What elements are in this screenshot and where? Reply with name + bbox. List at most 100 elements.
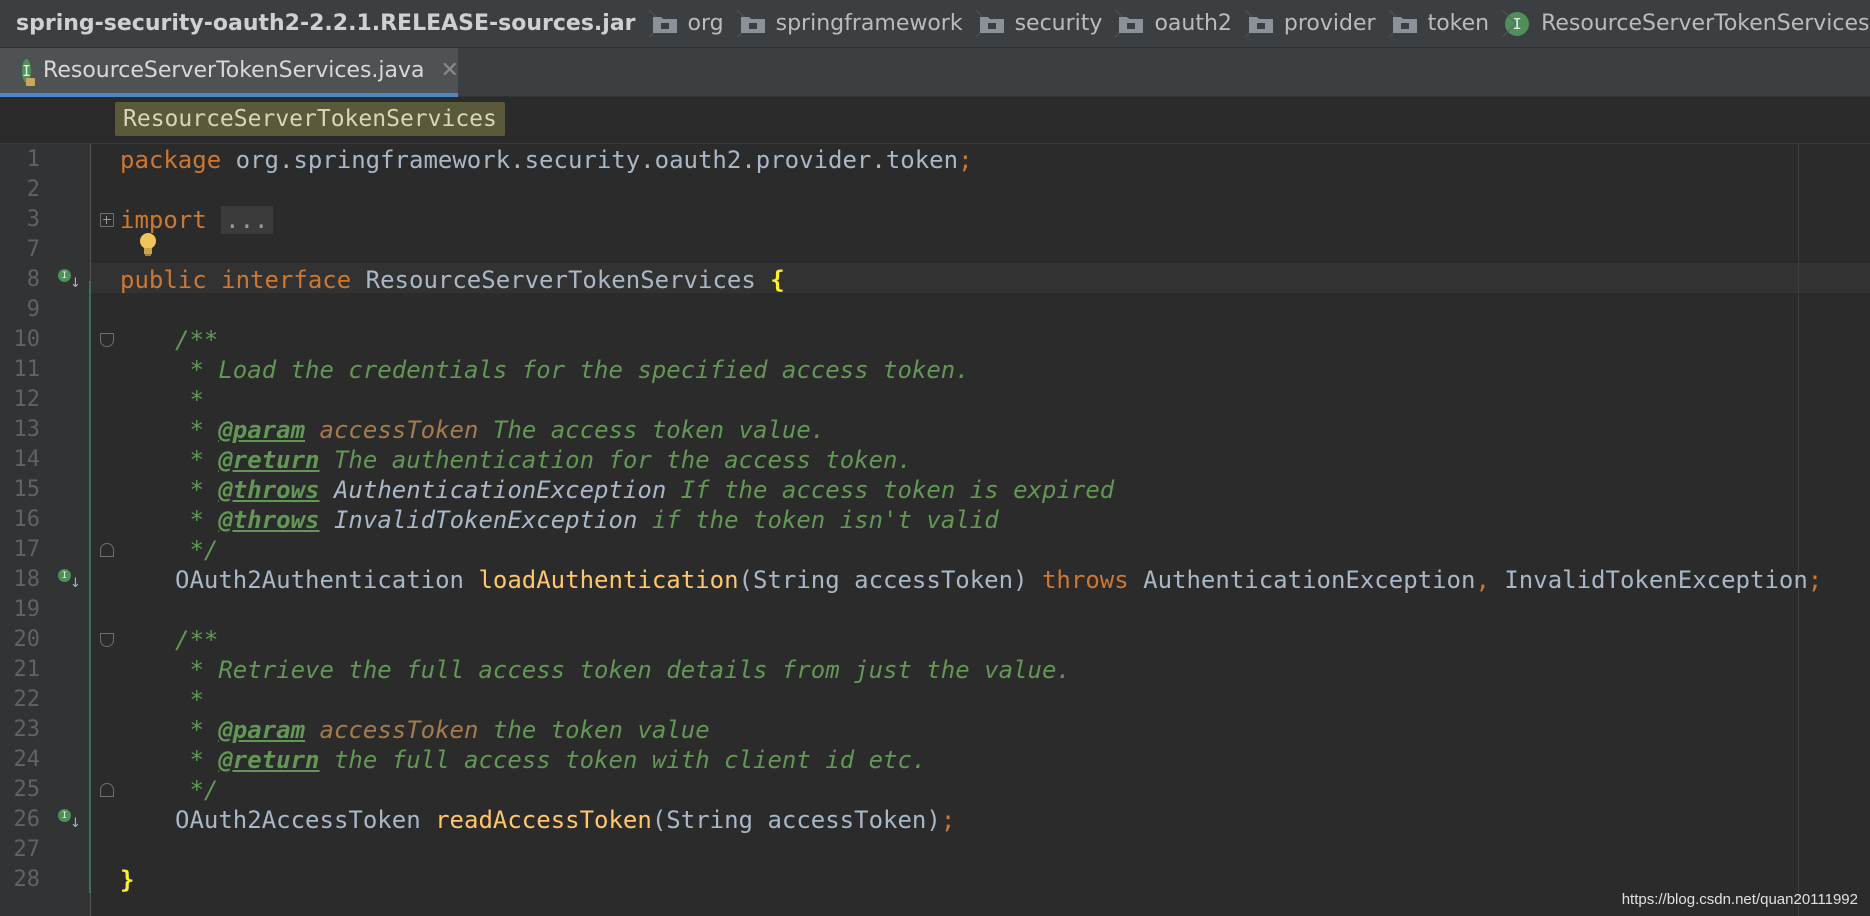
line-number: 11 <box>13 357 41 382</box>
code-text: } <box>120 866 135 894</box>
line-number: 27 <box>13 837 41 862</box>
editor-tab[interactable]: I ResourceServerTokenServices.java ✕ <box>0 48 459 97</box>
code-line: 11 * Load the credentials for the specif… <box>0 355 1870 385</box>
folder-icon <box>740 14 766 34</box>
breadcrumb-class[interactable]: I ResourceServerTokenServices <box>1495 0 1870 47</box>
watermark: https://blog.csdn.net/quan20111992 <box>1621 891 1858 908</box>
folder-icon <box>1392 14 1418 34</box>
breadcrumb-label: provider <box>1283 11 1376 36</box>
fold-end-icon[interactable] <box>100 543 114 557</box>
line-number: 24 <box>13 747 41 772</box>
code-line: 2 <box>0 175 1870 205</box>
code-text: */ <box>175 776 219 804</box>
folder-icon <box>1118 14 1144 34</box>
structure-chip[interactable]: ResourceServerTokenServices <box>115 102 505 136</box>
code-line: 8 I ↓ public interface ResourceServerToke… <box>0 265 1870 295</box>
fold-end-icon[interactable] <box>100 783 114 797</box>
code-text: OAuth2AccessToken readAccessToken(String… <box>175 806 956 834</box>
code-line: 23 * @param accessToken the token value <box>0 715 1870 745</box>
breadcrumb-package-token[interactable]: token <box>1382 0 1496 47</box>
breadcrumb-label: ResourceServerTokenServices <box>1541 11 1870 36</box>
code-line: 25 */ <box>0 775 1870 805</box>
line-number: 21 <box>13 657 41 682</box>
breadcrumb-label: security <box>1014 11 1103 36</box>
line-number: 19 <box>13 597 41 622</box>
line-number: 13 <box>13 417 41 442</box>
line-number: 28 <box>13 867 41 892</box>
code-text: /** <box>175 626 219 654</box>
breadcrumb-label: springframework <box>775 11 963 36</box>
breadcrumb-package-provider[interactable]: provider <box>1238 0 1382 47</box>
code-text: /** <box>175 326 219 354</box>
breadcrumb-label: token <box>1427 11 1490 36</box>
code-text: * <box>175 386 204 414</box>
code-text: package org.springframework.security.oau… <box>120 146 973 174</box>
implemented-icon[interactable]: I ↓ <box>58 569 81 591</box>
breadcrumb-package-oauth2[interactable]: oauth2 <box>1108 0 1237 47</box>
line-number: 3 <box>26 207 40 232</box>
code-text: * @throws AuthenticationException If the… <box>175 476 1115 504</box>
code-text: * <box>175 686 204 714</box>
line-number: 22 <box>13 687 41 712</box>
code-text: * Retrieve the full access token details… <box>175 656 1071 684</box>
line-number: 17 <box>13 537 41 562</box>
code-line: 27 <box>0 835 1870 865</box>
code-line: 10 /** <box>0 325 1870 355</box>
code-line: 19 <box>0 595 1870 625</box>
line-number: 9 <box>26 297 40 322</box>
line-number: 2 <box>26 177 40 202</box>
code-text: OAuth2Authentication loadAuthentication(… <box>175 566 1823 594</box>
code-text: public interface ResourceServerTokenServ… <box>120 266 785 294</box>
line-number: 8 <box>26 267 40 292</box>
code-editor[interactable]: 1 package org.springframework.security.o… <box>0 144 1870 916</box>
lock-icon <box>26 77 36 86</box>
code-text: * @throws InvalidTokenException if the t… <box>175 506 999 534</box>
code-text: */ <box>175 536 219 564</box>
breadcrumb-package-springframework[interactable]: springframework <box>730 0 969 47</box>
navigation-breadcrumb: spring-security-oauth2-2.2.1.RELEASE-sou… <box>0 0 1870 48</box>
line-number: 12 <box>13 387 41 412</box>
line-number: 14 <box>13 447 41 472</box>
breadcrumb-label: oauth2 <box>1154 11 1232 36</box>
line-number: 7 <box>26 237 40 262</box>
breadcrumb-package-security[interactable]: security <box>969 0 1109 47</box>
implemented-icon[interactable]: I ↓ <box>58 809 81 831</box>
folder-icon <box>652 14 678 34</box>
line-number: 10 <box>13 327 41 352</box>
breadcrumb-jar[interactable]: spring-security-oauth2-2.2.1.RELEASE-sou… <box>0 0 642 47</box>
code-text: * @param accessToken The access token va… <box>175 416 826 444</box>
line-number: 15 <box>13 477 41 502</box>
fold-collapse-icon[interactable] <box>100 633 114 647</box>
code-line: 15 * @throws AuthenticationException If … <box>0 475 1870 505</box>
folder-icon <box>979 14 1005 34</box>
code-line: 20 /** <box>0 625 1870 655</box>
line-number: 20 <box>13 627 41 652</box>
interface-icon: I <box>22 58 36 86</box>
fold-expand-icon[interactable] <box>100 213 114 227</box>
code-line: 12 * <box>0 385 1870 415</box>
line-number: 23 <box>13 717 41 742</box>
close-icon[interactable]: ✕ <box>441 58 459 83</box>
code-line: 28 } <box>0 865 1870 895</box>
code-line: 21 * Retrieve the full access token deta… <box>0 655 1870 685</box>
code-line: 3 import ... <box>0 205 1870 235</box>
editor-tab-bar: I ResourceServerTokenServices.java ✕ <box>0 48 1870 97</box>
code-line: 7 <box>0 235 1870 265</box>
code-line: 16 * @throws InvalidTokenException if th… <box>0 505 1870 535</box>
breadcrumb-label: org <box>687 11 724 36</box>
code-line: 18 I ↓ OAuth2Authentication loadAuthentic… <box>0 565 1870 595</box>
code-text: * @return the full access token with cli… <box>175 746 927 774</box>
line-number: 16 <box>13 507 41 532</box>
code-text: * Load the credentials for the specified… <box>175 356 970 384</box>
folded-imports[interactable]: ... <box>221 206 273 234</box>
code-line: 14 * @return The authentication for the … <box>0 445 1870 475</box>
line-number: 26 <box>13 807 41 832</box>
fold-collapse-icon[interactable] <box>100 333 114 347</box>
implemented-icon[interactable]: I ↓ <box>58 269 81 291</box>
code-text: * @param accessToken the token value <box>175 716 710 744</box>
code-line: 17 */ <box>0 535 1870 565</box>
code-line: 26 I ↓ OAuth2AccessToken readAccessToken(… <box>0 805 1870 835</box>
code-line: 24 * @return the full access token with … <box>0 745 1870 775</box>
code-line: 13 * @param accessToken The access token… <box>0 415 1870 445</box>
breadcrumb-package-org[interactable]: org <box>642 0 730 47</box>
